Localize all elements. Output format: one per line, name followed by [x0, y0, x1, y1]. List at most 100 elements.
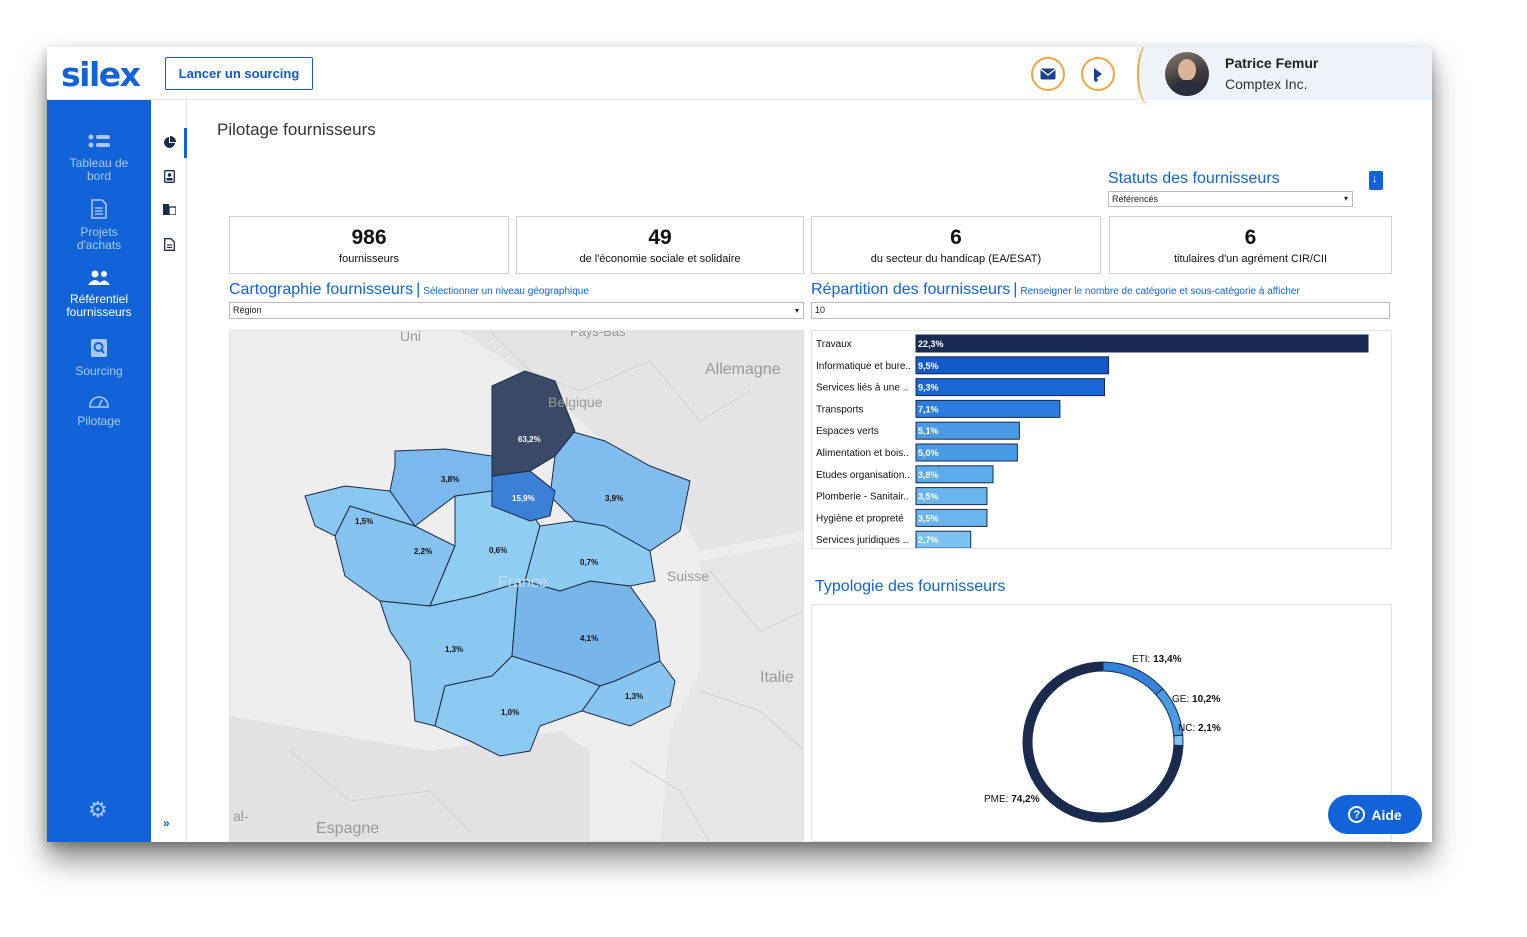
contact-card-icon[interactable]: [161, 170, 177, 186]
donut-label: GE: 10,2%: [1172, 694, 1220, 705]
gauge-icon: [47, 392, 151, 412]
region-value-paca: 1,3%: [625, 692, 643, 701]
typologie-chart: PME: 74,2% ETI: 13,4% GE: 10,2% NC: 2,1%: [811, 604, 1392, 842]
aide-button[interactable]: ? Aide: [1328, 795, 1422, 834]
typologie-title: Typologie des fournisseurs: [815, 578, 1006, 595]
bar-chart-svg: Travaux 22,3% Informatique et bure.. 9,5% Se…: [816, 334, 1369, 548]
donut-label: PME: 74,2%: [984, 794, 1040, 805]
statuts-title: Statuts des fournisseurs: [1108, 170, 1280, 187]
users-icon: [47, 270, 151, 290]
user-name[interactable]: Patrice Femur: [1225, 55, 1318, 71]
bar-value-label: 9,5%: [918, 361, 939, 371]
sidebar-item-tableau-de-bord[interactable]: Tableau de bord: [47, 134, 151, 183]
bar-category-label: Services liés à une ..: [816, 383, 908, 394]
bar-value-label: 3,5%: [918, 492, 939, 502]
sidebar-item-pilotage[interactable]: Pilotage: [47, 392, 151, 428]
statuts-select[interactable]: Référencés ▾: [1108, 191, 1353, 207]
category-count-input[interactable]: 10: [811, 302, 1390, 319]
bar-value-label: 22,3%: [918, 339, 944, 349]
map-svg[interactable]: Uni Pays-Bas Allemagne Belgique Suisse I…: [230, 331, 804, 842]
bar-category-label: Alimentation et bois..: [816, 448, 909, 459]
region-value-nouvelle-aquitaine: 1,3%: [445, 645, 463, 654]
bar-category-label: Travaux: [816, 339, 852, 350]
cartographie-title: Cartographie fournisseurs | Sélectionner u…: [229, 281, 589, 298]
sidebar-item-sourcing[interactable]: Sourcing: [47, 338, 151, 378]
bell-icon[interactable]: [1081, 57, 1115, 91]
donut-chart-svg: PME: 74,2% ETI: 13,4% GE: 10,2% NC: 2,1%: [984, 654, 1221, 823]
bar-value-label: 3,5%: [918, 513, 939, 523]
region-value-bourgogne: 0,7%: [580, 558, 598, 567]
gear-icon[interactable]: ⚙: [88, 797, 108, 823]
region-value-auvergne: 4,1%: [580, 634, 598, 643]
region-value-bretagne: 1,5%: [355, 517, 373, 526]
region-value-pays-de-la-loire: 2,2%: [414, 547, 432, 556]
region-value-ile-de-france: 15,9%: [512, 494, 535, 503]
bar-category-label: Services juridiques ..: [816, 535, 908, 546]
kpi-card-fournisseurs: 986 fournisseurs: [229, 216, 509, 274]
search-doc-icon: [47, 338, 151, 362]
bar-category-label: Hygiène et propreté: [816, 513, 904, 524]
sidebar-item-projets[interactable]: Projets d'achats: [47, 199, 151, 252]
map-label-suisse: Suisse: [667, 568, 709, 584]
kpi-card-ess: 49 de l'économie sociale et solidaire: [516, 216, 804, 274]
donut-slice[interactable]: [1173, 734, 1184, 747]
bar[interactable]: [915, 356, 1110, 375]
bar-value-label: 5,0%: [918, 448, 939, 458]
logo[interactable]: silex: [61, 55, 141, 94]
bar[interactable]: [915, 378, 1106, 397]
report-icon[interactable]: [161, 238, 177, 254]
mail-icon[interactable]: [1031, 57, 1065, 91]
bar-category-label: Etudes organisation..: [816, 470, 910, 481]
map-label-espagne: Espagne: [316, 820, 379, 837]
user-divider: [1137, 47, 1161, 105]
bar-category-label: Informatique et bure..: [816, 361, 911, 372]
map-label-belgique: Belgique: [548, 394, 603, 410]
supplier-map[interactable]: Uni Pays-Bas Allemagne Belgique Suisse I…: [229, 330, 804, 842]
region-select[interactable]: Région ▾: [229, 302, 804, 319]
chevron-down-icon: ▾: [794, 306, 799, 315]
kpi-card-cir-cii: 6 titulaires d'un agrément CIR/CII: [1109, 216, 1392, 274]
avatar[interactable]: [1165, 52, 1209, 96]
building-icon[interactable]: [161, 204, 177, 220]
launch-sourcing-button[interactable]: Lancer un sourcing: [165, 57, 313, 90]
sub-active-indicator: [184, 128, 187, 158]
donut-slice[interactable]: [1102, 661, 1164, 696]
map-label-uni: Uni: [400, 331, 421, 344]
repartition-chart: Travaux 22,3% Informatique et bure.. 9,5% Se…: [811, 330, 1392, 549]
question-icon: ?: [1348, 806, 1366, 823]
region-value-grand-est: 3,9%: [605, 494, 623, 503]
bar-category-label: Transports: [816, 404, 863, 415]
app-window: silex Lancer un sourcing Patrice Femur C…: [47, 47, 1432, 842]
kpi-card-handicap: 6 du secteur du handicap (EA/ESAT): [811, 216, 1101, 274]
region-value-centre: 0,6%: [489, 546, 507, 555]
map-label-pays-bas: Pays-Bas: [570, 331, 626, 339]
repartition-hint[interactable]: Renseigner le nombre de catégorie et sou…: [1020, 286, 1299, 297]
region-value-hauts-de-france: 63,2%: [518, 435, 541, 444]
expand-sidebar-button[interactable]: »: [163, 816, 170, 830]
bar-value-label: 2,7%: [918, 535, 939, 545]
bar-value-label: 3,8%: [918, 470, 939, 480]
repartition-title: Répartition des fournisseurs | Renseigner …: [811, 281, 1300, 298]
page-title: Pilotage fournisseurs: [217, 120, 376, 139]
bar-category-label: Espaces verts: [816, 426, 879, 437]
region-value-occitanie: 1,0%: [501, 708, 519, 717]
bar-value-label: 5,1%: [918, 426, 939, 436]
download-icon[interactable]: [1369, 171, 1383, 190]
user-company: Comptex Inc.: [1225, 76, 1308, 92]
top-header: silex Lancer un sourcing Patrice Femur C…: [47, 47, 1432, 105]
pie-chart-icon[interactable]: [161, 136, 177, 152]
bar-value-label: 7,1%: [918, 404, 939, 414]
donut-label: NC: 2,1%: [1178, 723, 1221, 734]
chevron-down-icon: ▾: [1343, 194, 1348, 203]
list-icon: [47, 134, 151, 154]
bar-value-label: 9,3%: [918, 383, 939, 393]
sidebar-item-referentiel[interactable]: Référentiel fournisseurs: [47, 270, 151, 319]
document-icon: [47, 199, 151, 223]
map-label-allemagne: Allemagne: [705, 361, 781, 378]
map-label-al: al-: [233, 808, 249, 824]
bar[interactable]: [915, 334, 1369, 353]
cartographie-hint[interactable]: Sélectionner un niveau géographique: [423, 286, 589, 297]
sub-navigation: »: [151, 100, 187, 842]
region-value-normandie: 3,8%: [441, 475, 459, 484]
donut-label: ETI: 13,4%: [1132, 654, 1182, 665]
